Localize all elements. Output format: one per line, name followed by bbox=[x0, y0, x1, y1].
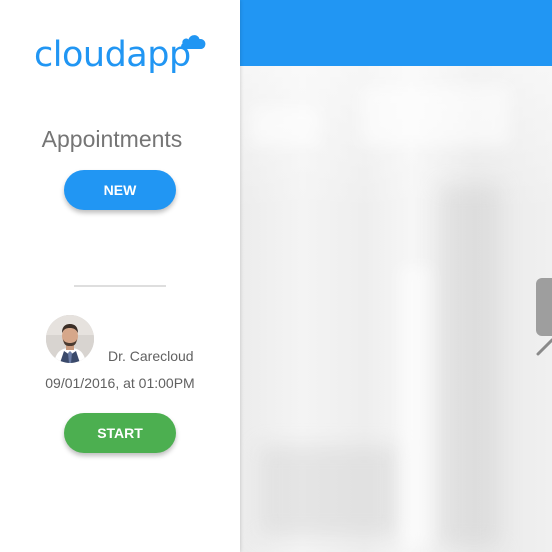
doctor-avatar bbox=[46, 315, 94, 363]
logo-text: cloudapp bbox=[34, 35, 191, 75]
start-appointment-button[interactable]: START bbox=[64, 413, 176, 453]
main-content-background bbox=[240, 66, 552, 552]
divider bbox=[74, 285, 166, 287]
doctor-name: Dr. Carecloud bbox=[108, 348, 194, 364]
resize-handle-icon[interactable] bbox=[535, 338, 552, 358]
top-app-bar bbox=[240, 0, 552, 66]
app-logo[interactable]: cloudapp bbox=[34, 30, 206, 80]
cloud-icon bbox=[181, 35, 206, 49]
appointments-heading: Appointments bbox=[41, 126, 183, 152]
side-panel-tab[interactable] bbox=[536, 278, 552, 336]
sidebar: cloudapp Appointments NEW Dr. Carecloud … bbox=[0, 0, 240, 552]
doctor-photo bbox=[46, 315, 94, 363]
new-appointment-button[interactable]: NEW bbox=[64, 170, 176, 210]
appointment-datetime: 09/01/2016, at 01:00PM bbox=[45, 375, 195, 391]
